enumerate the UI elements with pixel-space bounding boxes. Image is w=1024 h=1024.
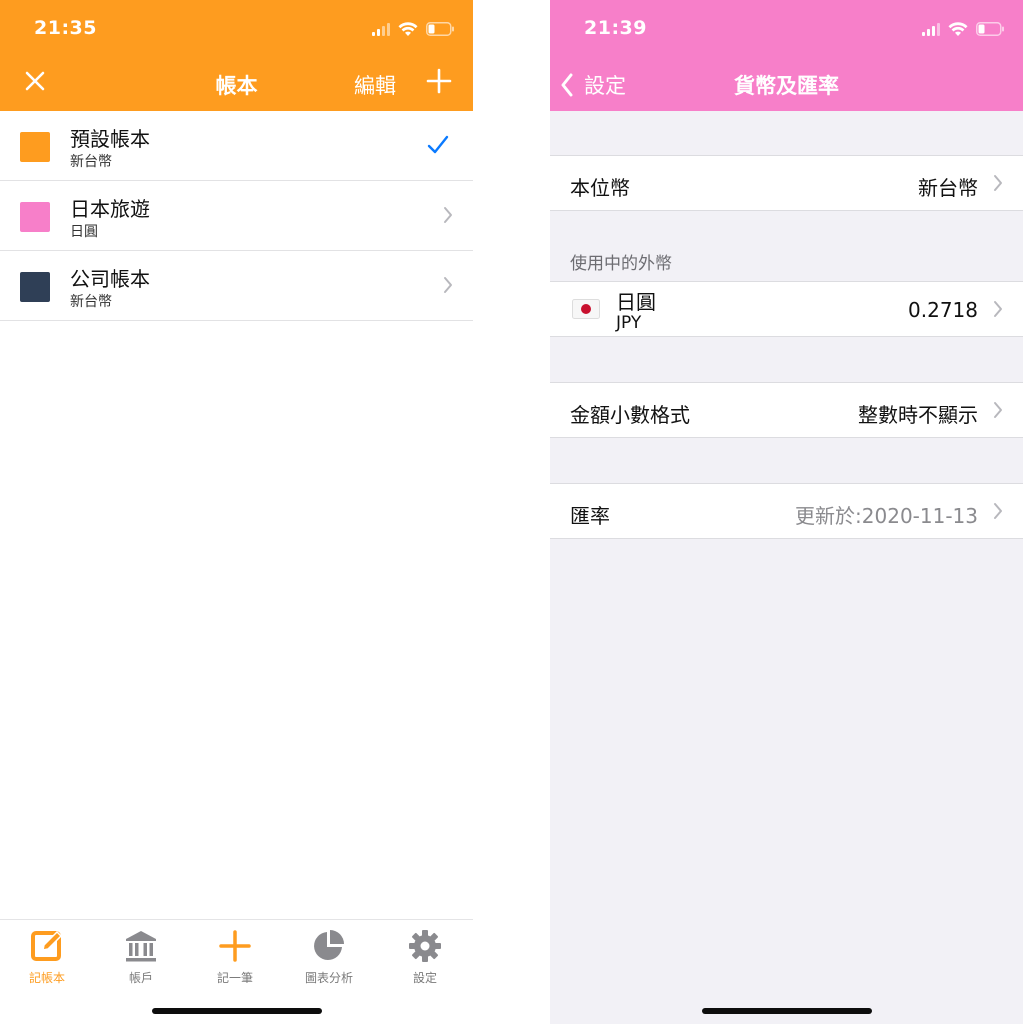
ledger-screen: 21:35 帳本 編輯 預設帳本 新台幣 日本旅遊 日圓 公司帳本 新台幣 記帳…	[0, 0, 473, 1024]
status-bar: 21:35	[0, 0, 473, 56]
decimal-format-cell[interactable]: 金額小數格式 整數時不顯示	[550, 382, 1023, 438]
edit-button[interactable]: 編輯	[354, 70, 396, 100]
gear-icon	[409, 930, 441, 962]
tab-add-record[interactable]: 記一筆	[188, 928, 282, 986]
wifi-icon	[398, 21, 418, 36]
plus-icon	[426, 68, 452, 94]
base-currency-label: 本位幣	[570, 176, 630, 200]
tab-label: 帳戶	[128, 971, 153, 985]
ledger-currency: 新台幣	[70, 154, 112, 170]
tab-settings[interactable]: 設定	[378, 928, 472, 986]
status-time: 21:39	[584, 17, 647, 39]
tab-label: 記一筆	[216, 971, 253, 985]
status-icons	[372, 20, 455, 38]
chevron-right-icon	[443, 206, 453, 228]
home-indicator	[701, 1008, 872, 1014]
exchange-rate-label: 匯率	[570, 504, 610, 528]
plus-icon	[219, 930, 251, 962]
ledger-color-swatch	[20, 132, 50, 162]
checkmark-icon	[427, 135, 449, 159]
foreign-currency-name: 日圓	[616, 290, 656, 314]
ledger-name: 預設帳本	[70, 127, 150, 151]
base-currency-value: 新台幣	[918, 176, 978, 200]
battery-icon	[426, 22, 454, 36]
foreign-currency-code: JPY	[616, 313, 642, 333]
page-title: 帳本	[215, 74, 258, 98]
chevron-right-icon	[993, 174, 1003, 196]
status-icons	[922, 20, 1005, 38]
japan-flag-icon	[572, 299, 600, 319]
exchange-rate-updated: 更新於:2020-11-13	[795, 504, 978, 528]
ledger-currency: 新台幣	[70, 294, 112, 310]
tab-charts[interactable]: 圖表分析	[282, 928, 376, 986]
bank-icon	[126, 931, 156, 962]
pie-chart-icon	[314, 930, 344, 960]
currency-settings-screen: 21:39 設定 貨幣及匯率 本位幣 新台幣 使用中的外幣 日圓 JPY 0.2…	[550, 0, 1023, 1024]
home-indicator	[151, 1008, 322, 1014]
exchange-rate-cell[interactable]: 匯率 更新於:2020-11-13	[550, 483, 1023, 539]
chevron-right-icon	[993, 502, 1003, 524]
ledger-item-japan-trip[interactable]: 日本旅遊 日圓	[0, 181, 473, 251]
wifi-icon	[948, 21, 968, 36]
nav-bar: 設定 貨幣及匯率	[550, 56, 1023, 111]
battery-icon	[976, 22, 1004, 36]
foreign-currency-cell[interactable]: 日圓 JPY 0.2718	[550, 281, 1023, 337]
nav-bar: 帳本 編輯	[0, 56, 473, 111]
ledger-item-default[interactable]: 預設帳本 新台幣	[0, 111, 473, 181]
ledger-currency: 日圓	[70, 224, 98, 240]
tab-ledger[interactable]: 記帳本	[0, 928, 94, 986]
tab-label: 記帳本	[28, 971, 65, 985]
edit-icon	[31, 930, 63, 961]
cellular-signal-icon	[922, 22, 940, 36]
tab-label: 圖表分析	[304, 971, 353, 985]
decimal-format-value: 整數時不顯示	[858, 403, 978, 427]
ledger-name: 日本旅遊	[70, 197, 150, 221]
tab-accounts[interactable]: 帳戶	[94, 928, 188, 986]
ledger-color-swatch	[20, 272, 50, 302]
page-title: 貨幣及匯率	[734, 74, 839, 98]
tab-label: 設定	[412, 971, 437, 985]
ledger-list: 預設帳本 新台幣 日本旅遊 日圓 公司帳本 新台幣	[0, 111, 473, 321]
tab-bar: 記帳本 帳戶 記一筆 圖表分析 設定	[0, 919, 473, 1024]
foreign-currency-rate: 0.2718	[908, 298, 978, 322]
ledger-color-swatch	[20, 202, 50, 232]
ledger-name: 公司帳本	[70, 267, 150, 291]
foreign-currency-section-header: 使用中的外幣	[570, 254, 672, 274]
chevron-right-icon	[993, 300, 1003, 322]
decimal-format-label: 金額小數格式	[570, 403, 690, 427]
chevron-right-icon	[443, 276, 453, 298]
base-currency-cell[interactable]: 本位幣 新台幣	[550, 155, 1023, 211]
chevron-right-icon	[993, 401, 1003, 423]
ledger-item-company[interactable]: 公司帳本 新台幣	[0, 251, 473, 321]
add-ledger-button[interactable]	[426, 68, 452, 99]
status-time: 21:35	[34, 17, 97, 39]
status-bar: 21:39	[550, 0, 1023, 56]
cellular-signal-icon	[372, 22, 390, 36]
